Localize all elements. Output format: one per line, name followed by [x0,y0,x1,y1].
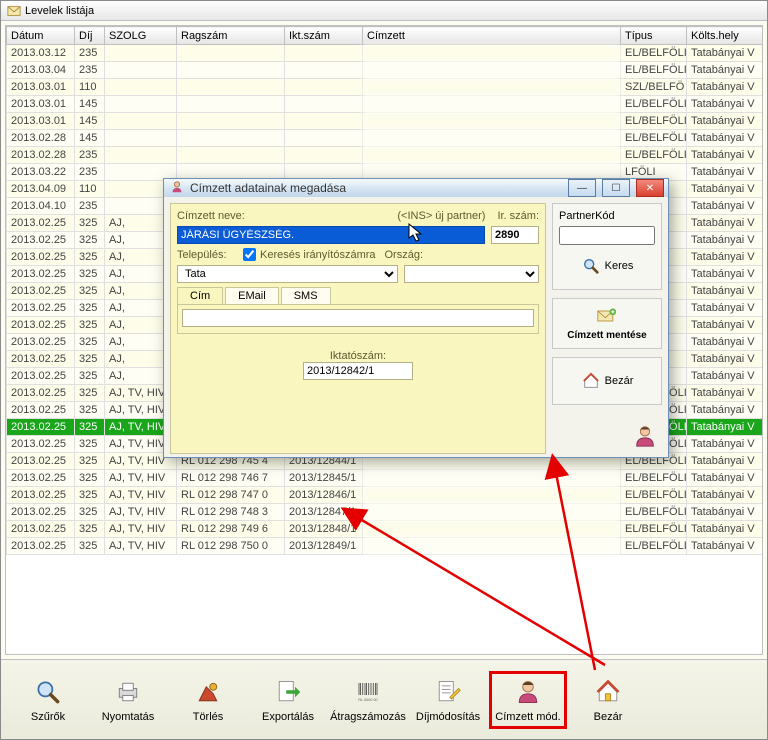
magnifier-icon [33,677,63,707]
ins-hint-label: (<INS> új partner) [397,210,485,222]
tab-sms[interactable]: SMS [281,287,331,304]
delete-icon [193,677,223,707]
table-row[interactable]: 2013.03.01110SZL/BELFÖTatabányai V [7,79,763,96]
export-label: Exportálás [262,711,314,723]
renumber-button[interactable]: RL 0000 00 Átragszámozás [329,671,407,729]
table-row[interactable]: 2013.03.01145EL/BELFÖLITatabányai V [7,96,763,113]
table-row[interactable]: 2013.02.25325AJ, TV, HIVRL 012 298 750 0… [7,538,763,555]
export-button[interactable]: Exportálás [249,671,327,729]
print-label: Nyomtatás [102,711,155,723]
table-row[interactable]: 2013.03.12235EL/BELFÖLITatabányai V [7,45,763,62]
print-button[interactable]: Nyomtatás [89,671,167,729]
printer-icon [113,677,143,707]
filter-label: Szűrők [31,711,65,723]
mail-plus-icon [597,306,617,326]
minimize-button[interactable]: — [568,179,596,197]
partnerkod-label: PartnerKód [559,210,615,222]
column-header[interactable]: Címzett [363,27,621,45]
column-header[interactable]: Ragszám [177,27,285,45]
search-by-zip-checkbox[interactable] [243,248,256,261]
table-row[interactable]: 2013.02.25325AJ, TV, HIVRL 012 298 746 7… [7,470,763,487]
maximize-button[interactable]: ☐ [602,179,630,197]
house-icon [581,371,601,391]
close-window-button[interactable]: ✕ [636,179,664,197]
tab-email[interactable]: EMail [225,287,279,304]
recipient-dialog: Címzett adatainak megadása — ☐ ✕ Címzett… [163,178,669,458]
country-label: Ország: [384,249,423,261]
fee-button[interactable]: Díjmódosítás [409,671,487,729]
table-row[interactable]: 2013.02.25325AJ, TV, HIVRL 012 298 748 3… [7,504,763,521]
recipient-label: Címzett mód. [495,711,560,723]
table-row[interactable]: 2013.02.25325AJ, TV, HIVRL 012 298 747 0… [7,487,763,504]
settlement-label: Település: [177,249,237,261]
name-label: Címzett neve: [177,210,245,222]
irszam-label: Ir. szám: [497,210,539,222]
filter-button[interactable]: Szűrők [9,671,87,729]
form-panel: Címzett neve: (<INS> új partner) Ir. szá… [170,203,546,454]
settlement-select[interactable]: Tata [177,265,398,283]
dialog-person-icon [170,180,184,197]
export-icon [273,677,303,707]
recipient-edit-button[interactable]: Címzett mód. [489,671,567,729]
delete-label: Törlés [193,711,224,723]
column-header[interactable]: Díj [75,27,105,45]
column-header[interactable]: Típus [621,27,687,45]
dialog-title: Címzett adatainak megadása [190,181,562,195]
save-box: Címzett mentése [552,298,662,349]
fee-label: Díjmódosítás [416,711,480,723]
magnifier-icon [581,256,601,276]
search-button[interactable]: Keres [559,249,655,283]
dialog-titlebar[interactable]: Címzett adatainak megadása — ☐ ✕ [164,179,668,197]
iktato-input[interactable] [303,362,413,380]
close-label: Bezár [594,711,623,723]
table-row[interactable]: 2013.02.25325AJ, TV, HIVRL 012 298 749 6… [7,521,763,538]
partnerkod-box: PartnerKód Keres [552,203,662,290]
window-title: Levelek listája [25,5,94,17]
address-input[interactable] [182,309,534,327]
table-row[interactable]: 2013.02.28235EL/BELFÖLITatabányai V [7,147,763,164]
dialog-person-corner-icon [632,423,658,452]
note-edit-icon [433,677,463,707]
iktato-label: Iktatószám: [330,350,386,362]
recipient-name-input[interactable] [177,226,485,244]
delete-button[interactable]: Törlés [169,671,247,729]
table-row[interactable]: 2013.03.04235EL/BELFÖLITatabányai V [7,62,763,79]
partnerkod-input[interactable] [559,226,655,245]
address-tabs: Cím EMail SMS [177,287,539,304]
save-recipient-label: Címzett mentése [567,330,646,341]
table-row[interactable]: 2013.02.28145EL/BELFÖLITatabányai V [7,130,763,147]
column-header[interactable]: SZOLG [105,27,177,45]
person-icon [513,677,543,707]
mail-icon [7,4,21,18]
tab-cim[interactable]: Cím [177,287,223,304]
house-icon [593,677,623,707]
close-box: Bezár [552,357,662,405]
column-header[interactable]: Ikt.szám [285,27,363,45]
irszam-input[interactable] [491,226,539,244]
dialog-close-label: Bezár [605,375,634,387]
column-header[interactable]: Költs.hely [687,27,763,45]
renumber-label: Átragszámozás [330,711,406,723]
column-header[interactable]: Dátum [7,27,75,45]
svg-text:RL 0000 00: RL 0000 00 [358,698,377,702]
search-by-zip-label: Keresés irányítószámra [260,249,376,261]
tab-pane-cim [177,304,539,334]
dialog-side-panel: PartnerKód Keres Címzett mentése [552,203,662,454]
close-button[interactable]: Bezár [569,671,647,729]
save-recipient-button[interactable]: Címzett mentése [559,305,655,342]
main-titlebar[interactable]: Levelek listája [1,1,767,21]
bottom-toolbar: Szűrők Nyomtatás Törlés Exportálás RL 00… [1,659,767,739]
dialog-close-button[interactable]: Bezár [559,364,655,398]
table-row[interactable]: 2013.03.01145EL/BELFÖLITatabányai V [7,113,763,130]
barcode-icon: RL 0000 00 [353,677,383,707]
search-label: Keres [605,260,634,272]
dialog-body: Címzett neve: (<INS> új partner) Ir. szá… [164,197,668,460]
country-select[interactable] [404,265,539,283]
